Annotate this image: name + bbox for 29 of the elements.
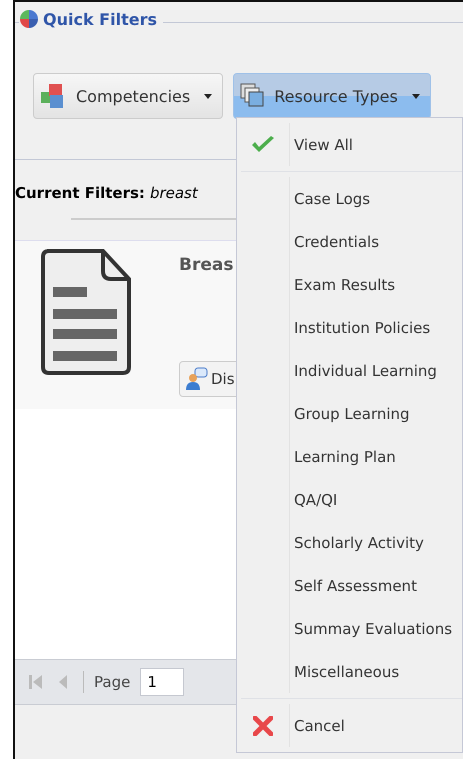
page-number-field[interactable]: 1 xyxy=(140,668,184,696)
menu-item[interactable]: Institution Policies xyxy=(237,306,462,349)
menu-item[interactable]: Miscellaneous xyxy=(237,650,462,693)
filter-dropdown-button[interactable]: Competencies xyxy=(33,73,224,119)
pie-chart-icon xyxy=(19,9,39,29)
menu-item[interactable]: Cancel xyxy=(237,704,462,747)
first-page-icon[interactable] xyxy=(27,673,45,691)
caret-icon xyxy=(412,94,420,98)
menu-item[interactable]: Scholarly Activity xyxy=(237,521,462,564)
menu-item[interactable]: Learning Plan xyxy=(237,435,462,478)
current-filter-value: breast xyxy=(150,184,198,202)
menu-item[interactable]: Exam Results xyxy=(237,263,462,306)
menu-item[interactable]: Summay Evaluations xyxy=(237,607,462,650)
chat-user-icon xyxy=(186,367,208,391)
quick-filters-title: Quick Filters xyxy=(43,10,157,28)
menu-item[interactable]: View All xyxy=(237,123,462,166)
result-title: Breas xyxy=(179,255,234,275)
caret-icon xyxy=(204,94,212,98)
check-icon xyxy=(251,136,275,154)
close-icon xyxy=(253,716,273,736)
windows-icon xyxy=(240,83,266,109)
menu-item[interactable]: Case Logs xyxy=(237,177,462,220)
document-icon xyxy=(41,249,133,375)
menu-item[interactable]: Self Assessment xyxy=(237,564,462,607)
page-label: Page xyxy=(94,673,130,691)
filter-dropdown-button[interactable]: Resource Types xyxy=(233,73,431,119)
menu-item[interactable]: Credentials xyxy=(237,220,462,263)
current-filters-label: Current Filters: xyxy=(15,184,145,202)
menu-item[interactable]: QA/QI xyxy=(237,478,462,521)
